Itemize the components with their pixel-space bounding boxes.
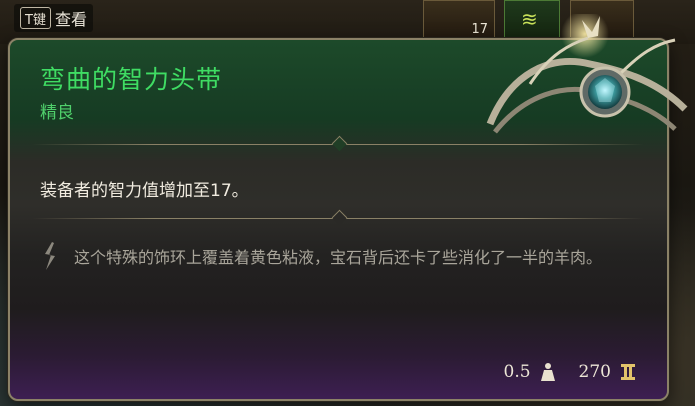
divider-notch [331, 209, 348, 226]
coin-icon [621, 364, 635, 380]
hint-key: T键 [20, 7, 51, 29]
item-weight: 0.5 [503, 362, 531, 382]
circlet-artwork [486, 14, 688, 134]
item-name: 弯曲的智力头带 [40, 65, 223, 94]
quill-icon [45, 242, 55, 270]
item-flavor-text: 这个特殊的饰环上覆盖着黄色粘液，宝石背后还卡了些消化了一半的羊肉。 [74, 248, 603, 267]
item-effect: 装备者的智力值增加至17。 [40, 181, 249, 201]
item-stats: 0.5 270 [504, 360, 638, 384]
item-value: 270 [578, 362, 611, 382]
weight-icon [540, 363, 555, 381]
hint-label: 查看 [54, 10, 87, 29]
inspect-hint: T键 查看 [14, 4, 93, 32]
item-rarity: 精良 [40, 103, 74, 123]
